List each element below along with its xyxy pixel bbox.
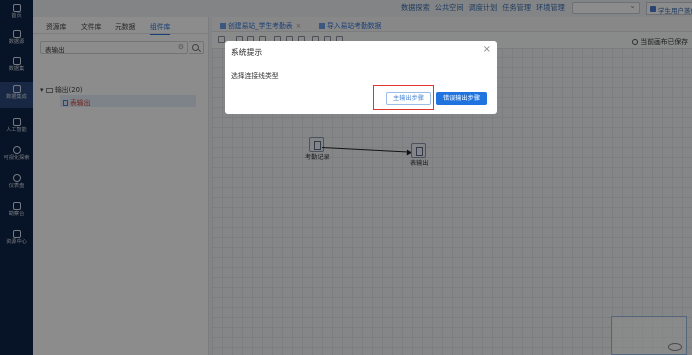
close-icon[interactable]: × (483, 45, 491, 55)
dialog-title: 系统提示 (231, 48, 263, 57)
dialog-message: 选择连接线类型 (231, 72, 279, 80)
primary-output-button[interactable]: 主输出步骤 (386, 92, 431, 105)
system-prompt-dialog: 系统提示 × 选择连接线类型 主输出步骤 错误输出步骤 (225, 41, 497, 114)
error-output-button[interactable]: 错误输出步骤 (436, 92, 487, 105)
